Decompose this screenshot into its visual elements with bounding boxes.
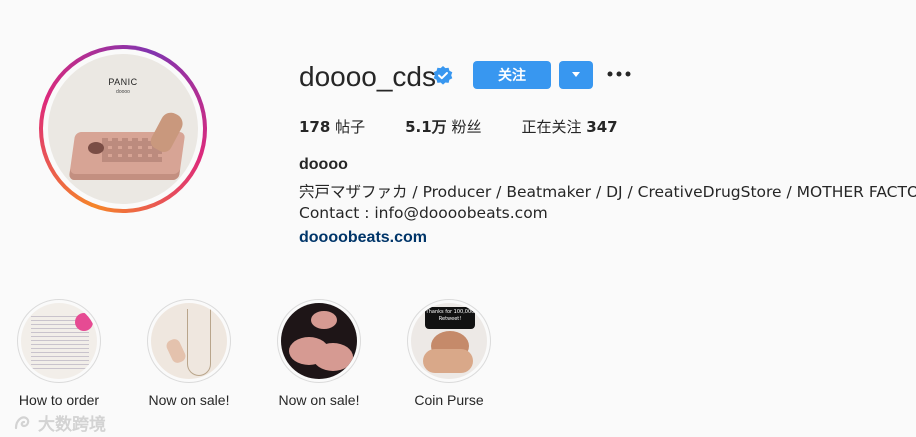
- highlight-cover: [151, 303, 227, 379]
- bio-description: 宍戸マザファカ / Producer / Beatmaker / DJ / Cr…: [299, 183, 916, 201]
- avatar-subtitle: doooo: [116, 89, 130, 95]
- highlight-cover: [21, 303, 97, 379]
- stat-posts: 178 帖子: [299, 116, 365, 137]
- cover-mouth-small: [311, 311, 337, 329]
- bio-name: doooo: [299, 156, 348, 173]
- cover-banner-text: Thanks for 100,000 Retweet!: [425, 309, 475, 322]
- story-highlight-coin-purse[interactable]: Thanks for 100,000 Retweet! Coin Purse: [394, 299, 504, 408]
- stat-followers[interactable]: 5.1万 粉丝: [405, 116, 481, 137]
- bio-contact: Contact : info@doooobeats.com: [299, 204, 548, 222]
- sampler-knob: [88, 142, 104, 154]
- avatar-title: PANIC: [108, 77, 138, 87]
- story-highlight-how-to-order[interactable]: How to order: [4, 299, 114, 408]
- watermark: 大数跨境: [14, 410, 106, 435]
- highlight-cover: Thanks for 100,000 Retweet!: [411, 303, 487, 379]
- username: doooo_cds: [299, 61, 437, 92]
- stat-following[interactable]: 正在关注 347: [521, 116, 617, 137]
- profile-stats: 178 帖子 5.1万 粉丝 正在关注 347: [299, 116, 658, 137]
- highlight-label: How to order: [18, 392, 100, 408]
- stat-followers-label: 粉丝: [451, 118, 482, 136]
- highlight-label: Coin Purse: [414, 392, 484, 408]
- bio-website-link[interactable]: doooobeats.com: [299, 229, 427, 247]
- cover-pink-badge: [75, 313, 93, 331]
- verified-badge-icon: [433, 66, 453, 85]
- highlight-label: Now on sale!: [278, 392, 360, 408]
- story-highlight-now-on-sale-2[interactable]: Now on sale!: [264, 299, 374, 408]
- watermark-logo-icon: [14, 415, 30, 429]
- stat-following-label: 正在关注: [521, 118, 582, 136]
- stat-posts-label: 帖子: [335, 118, 366, 136]
- suggestions-dropdown-button[interactable]: [559, 61, 593, 89]
- highlight-ring: [147, 299, 231, 383]
- highlight-ring: Thanks for 100,000 Retweet!: [407, 299, 491, 383]
- profile-avatar[interactable]: PANIC doooo: [39, 45, 207, 213]
- chevron-down-icon: [572, 72, 580, 77]
- highlight-ring: [17, 299, 101, 383]
- stat-following-value: 347: [586, 118, 618, 136]
- cover-hand: [423, 349, 473, 373]
- follow-button[interactable]: 关注: [473, 61, 551, 89]
- avatar-gap: PANIC doooo: [43, 49, 203, 209]
- highlight-cover: [281, 303, 357, 379]
- more-options-icon[interactable]: [607, 66, 631, 82]
- cover-chain: [187, 309, 211, 376]
- stat-followers-value: 5.1万: [405, 118, 447, 136]
- cover-pouch: [164, 337, 188, 365]
- highlight-ring: [277, 299, 361, 383]
- highlight-label: Now on sale!: [148, 392, 230, 408]
- story-highlight-now-on-sale-1[interactable]: Now on sale!: [134, 299, 244, 408]
- avatar-image: PANIC doooo: [48, 54, 198, 204]
- cover-mouth-right: [313, 343, 353, 371]
- watermark-text: 大数跨境: [38, 415, 106, 434]
- stat-posts-value: 178: [299, 118, 331, 136]
